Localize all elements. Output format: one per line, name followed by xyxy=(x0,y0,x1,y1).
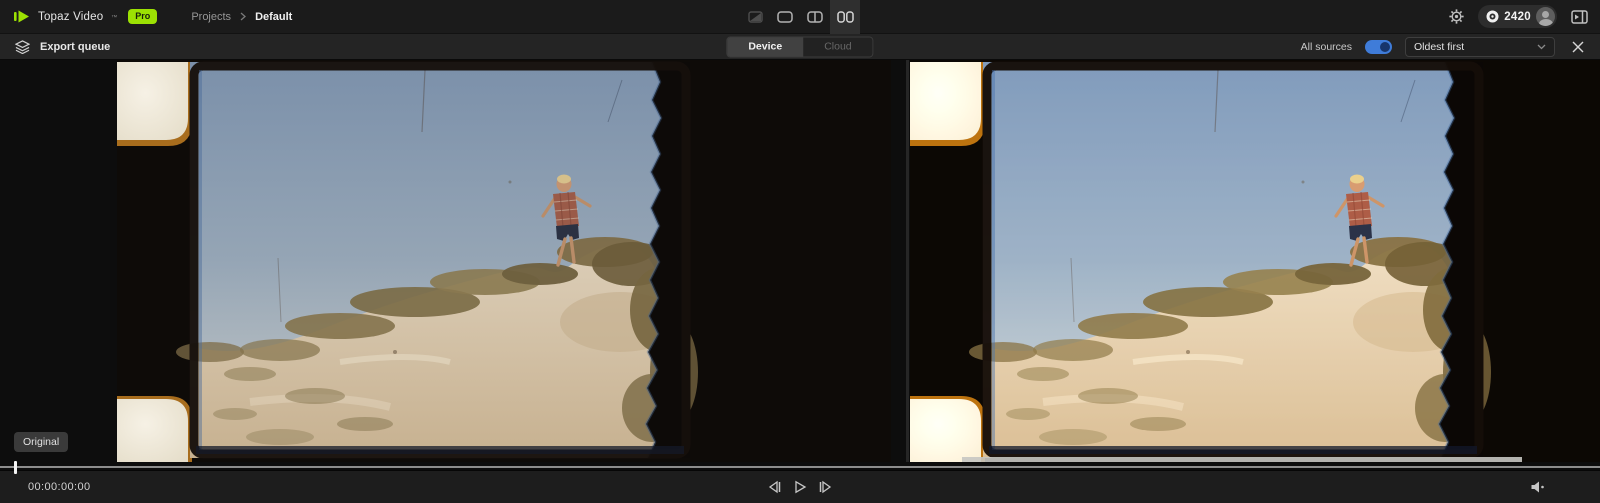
view-mode-side-by-side[interactable] xyxy=(830,0,860,34)
timeline-track[interactable] xyxy=(0,466,1600,468)
view-mode-split[interactable] xyxy=(800,0,830,34)
transport-bar: 00:00:00:00 xyxy=(0,470,1600,503)
close-icon xyxy=(1572,41,1584,53)
close-export-queue-button[interactable] xyxy=(1568,37,1588,57)
settings-gear-icon xyxy=(1449,9,1464,24)
film-frame-processed xyxy=(910,60,1600,462)
destination-segmented-control: Device Cloud xyxy=(726,36,873,57)
side-by-side-icon xyxy=(837,11,854,23)
chevron-down-icon xyxy=(1537,44,1546,50)
tab-device[interactable]: Device xyxy=(727,37,803,56)
volume-icon xyxy=(1530,481,1546,494)
trademark: ™ xyxy=(111,15,117,21)
timecode: 00:00:00:00 xyxy=(0,481,91,493)
sort-order-dropdown[interactable]: Oldest first xyxy=(1405,37,1555,57)
play-button[interactable] xyxy=(794,480,807,494)
layers-icon xyxy=(15,40,30,54)
pro-badge: Pro xyxy=(128,9,157,24)
breadcrumb-default: Default xyxy=(255,11,292,23)
preview-viewer: Original xyxy=(0,60,1600,467)
toggle-knob xyxy=(1380,42,1390,52)
timeline-playhead[interactable] xyxy=(14,461,17,474)
sort-order-value: Oldest first xyxy=(1414,41,1464,53)
topaz-video-app: Topaz Video ™ Pro Projects Default xyxy=(0,0,1600,503)
right-panel-toggle-button[interactable] xyxy=(1571,10,1588,24)
panel-divider xyxy=(906,60,909,462)
film-frame-original xyxy=(117,60,891,462)
step-forward-icon xyxy=(818,480,833,494)
brand-name: Topaz Video xyxy=(38,11,103,23)
tab-cloud[interactable]: Cloud xyxy=(803,37,872,56)
split-view-icon xyxy=(807,11,823,23)
all-sources-label: All sources xyxy=(1301,41,1352,53)
breadcrumb-projects[interactable]: Projects xyxy=(191,11,231,23)
export-queue-title: Export queue xyxy=(40,41,110,53)
film-panel-processed[interactable] xyxy=(910,60,1600,462)
all-sources-toggle[interactable] xyxy=(1365,40,1392,54)
chevron-right-icon xyxy=(239,12,247,21)
credits-count: 2420 xyxy=(1504,11,1531,23)
top-bar: Topaz Video ™ Pro Projects Default xyxy=(0,0,1600,34)
breadcrumb: Projects Default xyxy=(191,11,292,23)
coin-icon xyxy=(1486,10,1499,23)
film-panel-original[interactable] xyxy=(117,60,891,462)
topaz-logo-icon xyxy=(14,9,31,24)
credits-pill[interactable]: 2420 xyxy=(1478,5,1557,28)
settings-button[interactable] xyxy=(1449,9,1464,24)
step-back-button[interactable] xyxy=(768,480,783,494)
export-queue-bar: Export queue Device Cloud All sources Ol… xyxy=(0,34,1600,60)
view-mode-single[interactable] xyxy=(770,0,800,34)
view-mode-switcher xyxy=(740,0,860,34)
step-back-icon xyxy=(768,480,783,494)
right-panel-toggle-icon xyxy=(1571,10,1588,24)
next-frame-edge xyxy=(962,457,1522,462)
step-forward-button[interactable] xyxy=(818,480,833,494)
avatar[interactable] xyxy=(1536,7,1555,26)
view-mode-blend-compare[interactable] xyxy=(740,0,770,34)
original-badge: Original xyxy=(14,432,68,452)
blend-compare-icon xyxy=(748,11,763,23)
play-icon xyxy=(794,480,807,494)
single-view-icon xyxy=(777,11,793,23)
volume-button[interactable] xyxy=(1530,481,1546,494)
app-logo[interactable]: Topaz Video ™ Pro xyxy=(14,9,157,24)
